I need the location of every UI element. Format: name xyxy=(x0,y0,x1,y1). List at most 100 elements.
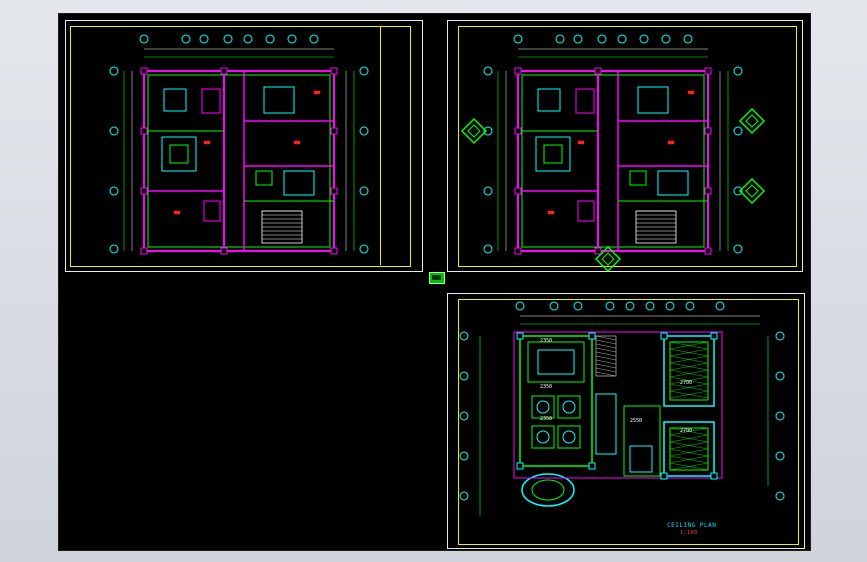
grid-bubble xyxy=(645,301,655,311)
cad-rect xyxy=(330,247,338,255)
grid-bubble xyxy=(359,126,369,136)
cad-rect xyxy=(637,86,669,114)
grid-bubble xyxy=(199,34,209,44)
grid-bubble xyxy=(513,34,523,44)
cad-rect xyxy=(704,247,712,255)
cad-rect xyxy=(519,335,593,467)
grid-bubble xyxy=(683,34,693,44)
cad-line xyxy=(595,359,617,365)
oval-ceiling xyxy=(521,473,575,507)
grid-bubble xyxy=(483,244,493,254)
furniture-callout-inner xyxy=(601,252,615,266)
grid-bubble xyxy=(573,301,583,311)
floor-plan-1-drawing xyxy=(109,34,369,255)
grid-bubble xyxy=(715,301,725,311)
furniture-callout xyxy=(460,117,488,145)
viewer-window: 2350 2350 2350 2700 2700 2550 CEILING PLAN 1:… xyxy=(0,0,867,562)
cad-rect xyxy=(595,393,617,455)
cad-rect xyxy=(140,67,148,75)
light-fixture xyxy=(562,400,576,414)
cad-rect xyxy=(173,210,181,215)
cad-rect xyxy=(629,445,653,473)
grid-bubble xyxy=(483,66,493,76)
light-fixture xyxy=(536,400,550,414)
grid-bubble xyxy=(665,301,675,311)
grid-bubble xyxy=(661,34,671,44)
sheet-ceiling-plan[interactable]: 2350 2350 2350 2700 2700 2550 CEILING PLAN 1:… xyxy=(447,293,805,549)
grid-bubble xyxy=(459,451,469,461)
grid-bubble xyxy=(109,244,119,254)
grid-bubble xyxy=(617,34,627,44)
furniture-callout xyxy=(738,107,766,135)
grid-bubble xyxy=(459,371,469,381)
cad-rect xyxy=(516,462,524,470)
cad-rect xyxy=(517,70,709,252)
grid-bubble xyxy=(775,411,785,421)
grid-bubble xyxy=(573,34,583,44)
sheet-floor-plan-2[interactable] xyxy=(447,20,803,272)
grid-bubble xyxy=(733,126,743,136)
cad-rect xyxy=(293,140,301,145)
cad-rect xyxy=(514,187,522,195)
grid-bubble xyxy=(109,186,119,196)
grid-bubble xyxy=(287,34,297,44)
ceiling-height-label: 2350 xyxy=(540,416,552,422)
cad-rect xyxy=(588,462,596,470)
viewport-marker-icon[interactable] xyxy=(429,272,445,284)
cad-rect xyxy=(667,140,675,145)
grid-bubble xyxy=(515,301,525,311)
grid-bubble xyxy=(597,34,607,44)
cad-rect xyxy=(704,187,712,195)
grid-bubble xyxy=(483,186,493,196)
cad-rect xyxy=(710,332,718,340)
ceiling-height-label: 2700 xyxy=(680,428,692,434)
cad-rect xyxy=(514,67,522,75)
ceiling-height-label: 2350 xyxy=(540,338,552,344)
sheet-floor-plan-1[interactable] xyxy=(65,20,423,272)
furniture-callout-inner xyxy=(745,184,759,198)
cad-rect xyxy=(588,332,596,340)
grid-bubble xyxy=(359,186,369,196)
grid-bubble xyxy=(109,126,119,136)
floor-plan-2-drawing xyxy=(460,34,766,271)
cad-rect xyxy=(557,425,581,449)
grid-bubble xyxy=(139,34,149,44)
cad-rect xyxy=(201,88,221,114)
ceiling-height-label: 2350 xyxy=(540,384,552,390)
cad-rect xyxy=(577,140,585,145)
cad-rect xyxy=(535,136,571,172)
cad-line xyxy=(595,339,617,345)
cad-rect xyxy=(537,88,561,112)
cad-rect xyxy=(140,247,148,255)
ceiling-height-label: 2550 xyxy=(630,418,642,424)
cad-rect xyxy=(330,67,338,75)
cad-rect xyxy=(140,127,148,135)
grid-bubble xyxy=(775,331,785,341)
cad-rect xyxy=(220,247,228,255)
cad-rect xyxy=(203,200,221,222)
cad-line xyxy=(595,367,617,373)
cad-rect xyxy=(660,332,668,340)
grid-bubble xyxy=(243,34,253,44)
drawing-canvas[interactable]: 2350 2350 2350 2700 2700 2550 CEILING PLAN 1:… xyxy=(58,13,811,551)
furniture-callout xyxy=(738,177,766,205)
cad-rect xyxy=(660,472,668,480)
light-fixture xyxy=(562,430,576,444)
cad-rect xyxy=(657,170,689,196)
cad-rect xyxy=(140,187,148,195)
grid-bubble xyxy=(605,301,615,311)
cad-rect xyxy=(629,170,647,186)
cad-rect xyxy=(521,74,705,248)
cad-rect xyxy=(547,210,555,215)
grid-bubble xyxy=(109,66,119,76)
oval-ceiling-inner xyxy=(531,479,565,501)
grid-bubble xyxy=(685,301,695,311)
cad-rect xyxy=(203,140,211,145)
cad-rect xyxy=(163,88,187,112)
cad-line xyxy=(595,335,617,341)
cad-line xyxy=(595,343,617,349)
cad-rect xyxy=(577,200,595,222)
cad-line xyxy=(595,351,617,357)
cad-rect xyxy=(514,127,522,135)
grid-bubble xyxy=(775,371,785,381)
